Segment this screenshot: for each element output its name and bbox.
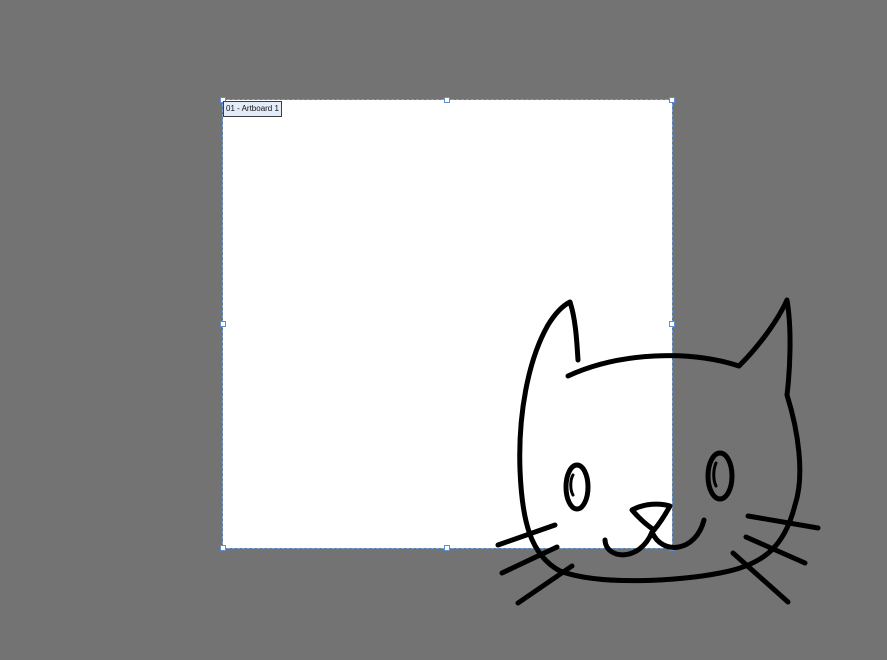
resize-handle-bottom-center[interactable] [444, 545, 450, 551]
artboard-label[interactable]: 01 - Artboard 1 [223, 101, 282, 117]
resize-handle-bottom-left[interactable] [220, 545, 226, 551]
cat-whisker-right-1 [745, 513, 821, 531]
cat-right-eye-highlight [712, 461, 718, 488]
cat-right-eye [705, 450, 735, 502]
resize-handle-top-right[interactable] [669, 97, 675, 103]
cat-whisker-right-2 [743, 534, 808, 566]
artboard[interactable] [223, 100, 672, 548]
resize-handle-top-center[interactable] [444, 97, 450, 103]
resize-handle-middle-left[interactable] [220, 321, 226, 327]
resize-handle-bottom-right[interactable] [669, 545, 675, 551]
cat-whisker-left-2 [499, 544, 560, 576]
design-canvas[interactable]: 01 - Artboard 1 [0, 0, 887, 660]
cat-whisker-right-3 [730, 550, 791, 605]
cat-whisker-left-3 [515, 563, 575, 606]
resize-handle-middle-right[interactable] [669, 321, 675, 327]
